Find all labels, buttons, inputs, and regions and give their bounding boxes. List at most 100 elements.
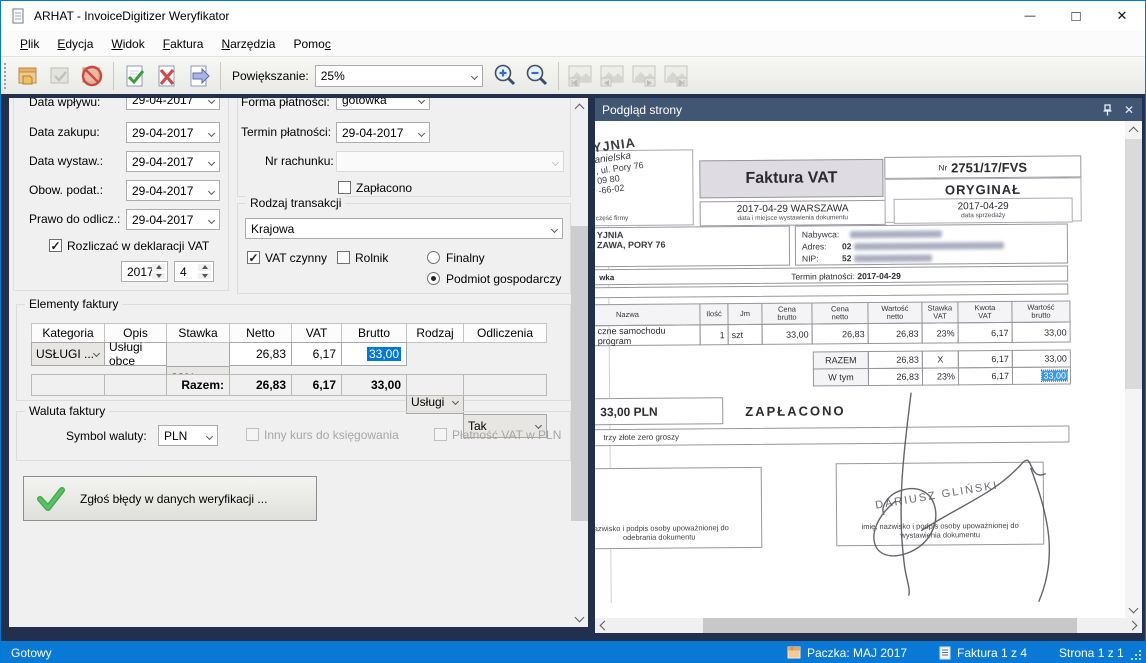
scan-item-unit: szt [728,324,763,345]
maximize-button[interactable]: □ [1053,1,1099,31]
item-opis-cell[interactable]: Usługi obce [104,342,167,366]
issue-caption: data i miejsce wystawienia dokumentu [701,214,885,222]
reject-package-button[interactable] [76,60,108,92]
previous-page-button-disabled [596,60,628,92]
spin-up-icon[interactable] [198,264,211,271]
prawo-odlicz-combo[interactable]: 29-04-2017 [126,209,220,230]
close-icon: ✕ [1124,103,1134,117]
form-scrollbar[interactable] [571,98,588,627]
vat-pln-label: Płatność VAT w PLN [452,428,561,442]
invoice-doc-icon [939,646,951,660]
scroll-thumb[interactable] [571,226,588,521]
amount-box: 33,00 PLN [595,397,723,425]
redacted-buyer-address [854,242,1004,250]
col-header-brutto[interactable]: Brutto [341,323,407,343]
report-errors-button[interactable]: Zgłoś błędy w danych weryfikacji ... [23,476,317,521]
scan-razem-netto: 26,83 [868,351,923,369]
inny-kurs-checkbox-disabled [246,428,259,441]
scan-item-vat-amount: 6,17 [958,322,1013,343]
obow-podat-combo[interactable]: 29-04-2017 [126,180,220,201]
chevron-down-icon [206,433,213,440]
chevron-down-icon [208,217,215,224]
first-page-button-disabled [564,60,596,92]
menu-edycja[interactable]: Edycja [48,33,102,55]
col-header-stawka[interactable]: Stawka [166,323,230,343]
data-zakupu-combo[interactable]: 29-04-2017 [126,122,220,143]
finalny-radio[interactable] [427,251,440,264]
preview-vscrollbar[interactable] [1125,121,1142,618]
accept-invoice-button[interactable] [119,60,151,92]
scan-razem-vat: 6,17 [958,350,1013,368]
chevron-down-icon [93,350,100,357]
symbol-waluty-combo[interactable]: PLN [158,425,218,446]
item-brutto-cell[interactable]: 33,00 [341,342,407,366]
minimize-button[interactable]: — [1007,1,1053,31]
rozliczac-vat-checkbox[interactable]: ✓ [49,239,62,252]
data-wplywu-combo[interactable]: 29-04-2017 [126,98,220,110]
scroll-down-button[interactable] [1125,601,1142,618]
spin-down-icon[interactable] [152,273,165,280]
scan-wtym-netto: 26,83 [868,368,923,386]
transaction-group-label: Rodzaj transakcji [246,196,345,210]
data-wystaw-combo[interactable]: 29-04-2017 [126,151,220,172]
col-header-vat[interactable]: VAT [291,323,342,343]
forma-platnosci-combo[interactable]: gotówka [336,98,430,110]
month-spinner[interactable]: 4 [174,261,214,282]
col-header-kategoria[interactable]: Kategoria [31,323,105,343]
vat-czynny-checkbox[interactable]: ✓ [247,251,260,264]
rolnik-checkbox[interactable] [337,251,350,264]
year-spinner[interactable]: 2017 [121,261,168,282]
spin-down-icon[interactable] [198,273,211,280]
app-icon [10,8,26,24]
finalny-label: Finalny [446,251,485,265]
preview-hscrollbar[interactable] [595,618,1142,633]
forward-invoice-button[interactable] [183,60,215,92]
nr-rachunku-combo[interactable] [336,151,564,172]
zoom-combobox[interactable]: 25% [315,65,483,87]
item-netto-cell[interactable]: 26,83 [229,342,292,366]
scroll-down-button[interactable] [571,610,588,627]
invoice-scan[interactable]: YJNIA anielska , ul. Pory 76 09 80 -66-0… [595,121,1125,618]
total-brutto-cell: 33,00 [341,374,407,396]
col-header-odliczenia[interactable]: Odliczenia [463,323,547,343]
invoice-number-box: Nr 2751/17/FVS [884,155,1081,179]
scan-col-kwota-vat: Kwota VAT [957,301,1012,323]
zoom-out-button[interactable] [521,60,553,92]
scroll-up-button[interactable] [1125,121,1142,138]
reject-invoice-button[interactable] [151,60,183,92]
scroll-thumb[interactable] [1125,139,1142,389]
document-check-icon [123,64,147,88]
status-package: Paczka: MAJ 2017 [787,641,907,663]
menu-faktura[interactable]: Faktura [154,33,213,55]
total-empty-cell [31,374,105,396]
spin-up-icon[interactable] [152,264,165,271]
col-header-netto[interactable]: Netto [229,323,292,343]
chevron-down-icon [551,226,558,233]
toolbar-grip[interactable] [3,62,8,90]
scroll-thumb[interactable] [703,618,1077,633]
menu-narzedzia[interactable]: Narzędzia [212,33,284,55]
scroll-left-button[interactable] [595,618,610,633]
zaplacono-checkbox[interactable] [338,181,351,194]
zoom-in-button[interactable] [489,60,521,92]
transaction-type-combo[interactable]: Krajowa [245,218,563,239]
item-vat-cell[interactable]: 6,17 [291,342,342,366]
open-package-button[interactable] [12,60,44,92]
scroll-right-button[interactable] [1127,618,1142,633]
scan-item-price-gross: 33,00 [762,323,813,344]
scroll-up-button[interactable] [571,98,588,115]
preview-close-button[interactable]: ✕ [1120,101,1138,118]
menu-plik[interactable]: Plik [11,33,48,55]
green-check-icon [36,484,66,514]
podmiot-gospodarczy-radio[interactable] [427,272,440,285]
col-header-rodzaj[interactable]: Rodzaj [406,323,464,343]
close-button[interactable]: ✕ [1099,1,1145,31]
menu-pomoc[interactable]: Pomoc [284,33,339,55]
left-stub-text: wka [599,273,614,282]
item-kategoria-combo[interactable]: USŁUGI ... [31,342,105,366]
pin-button[interactable] [1098,101,1116,118]
resize-grip[interactable] [1130,649,1142,661]
chevron-down-icon [575,612,585,622]
termin-platnosci-combo[interactable]: 29-04-2017 [336,122,430,143]
menu-widok[interactable]: Widok [102,33,153,55]
